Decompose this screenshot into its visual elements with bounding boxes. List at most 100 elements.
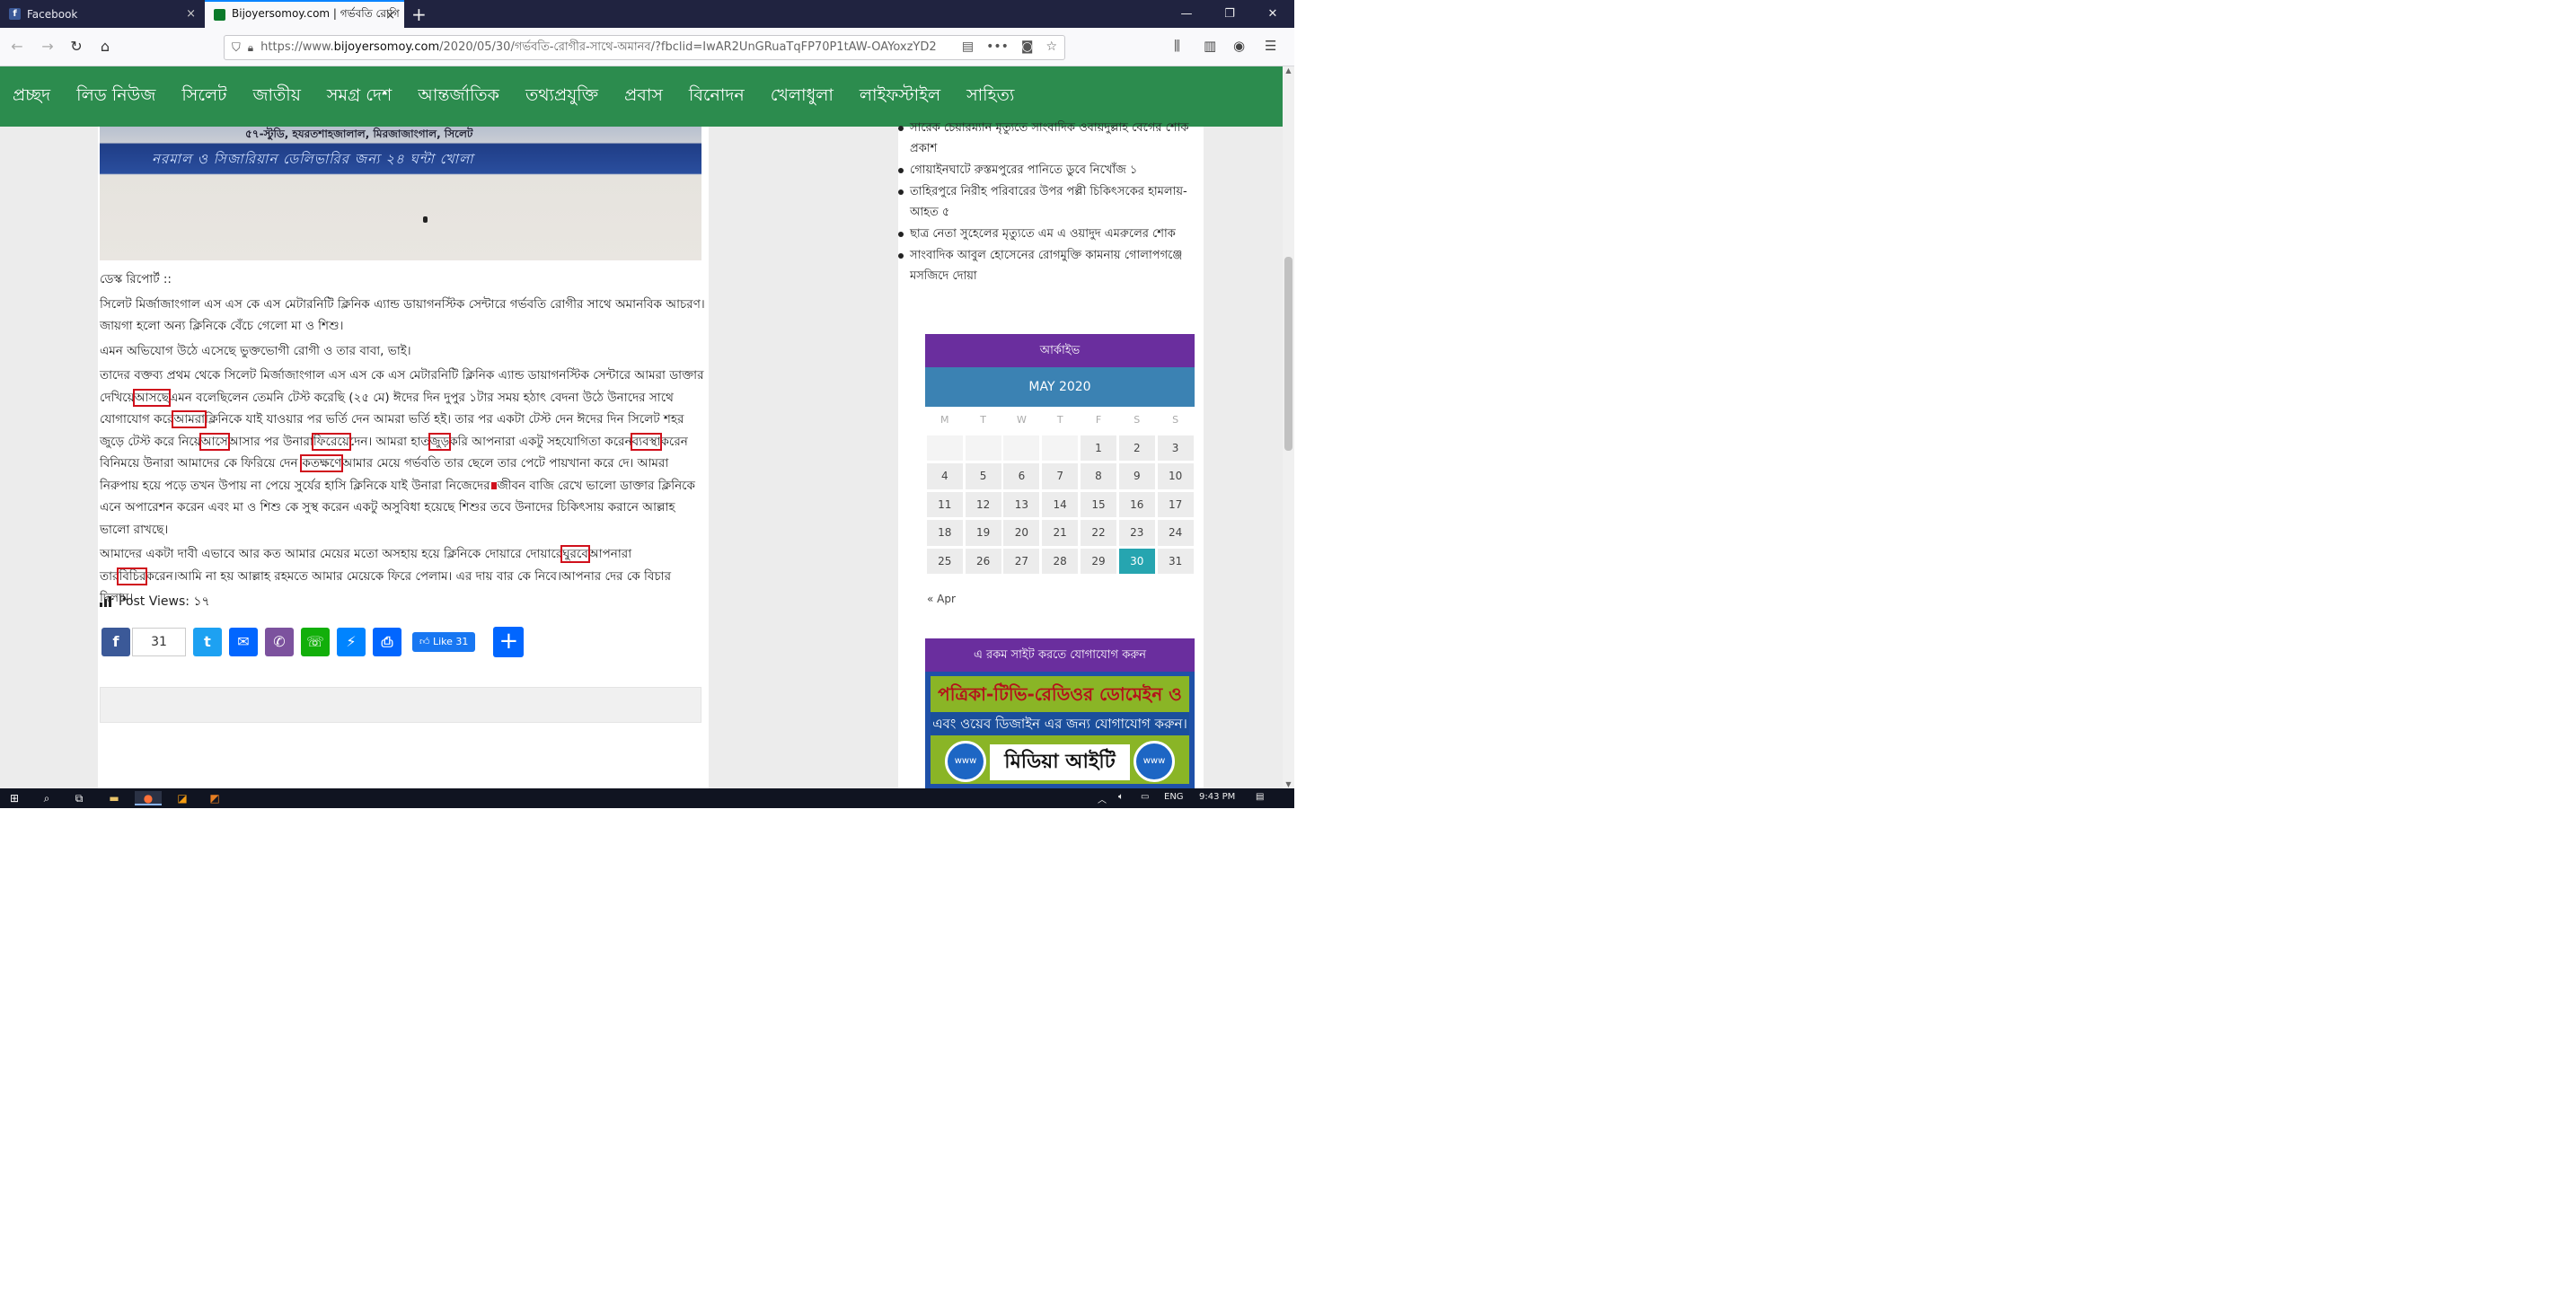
nav-item-international[interactable]: আন্তর্জাতিক — [418, 83, 499, 111]
calendar-day[interactable]: 25 — [926, 548, 963, 574]
news-link[interactable]: গোয়াইনঘাটে রুস্তমপুরের পানিতে ডুবে নিখো… — [898, 160, 1204, 180]
ad-banner[interactable]: পত্রিকা-টিভি-রেডিওর ডোমেইন ও হোস্টিং এবং… — [925, 672, 1195, 788]
back-arrow-icon[interactable]: ← — [7, 37, 27, 57]
library-icon[interactable]: ⫼ — [1174, 38, 1180, 54]
calendar-day[interactable]: 6 — [1003, 463, 1040, 489]
address-bar[interactable]: ⛉ 🔒︎ https://www.bijoyersomoy.com/2020/0… — [224, 35, 1065, 60]
calendar-day[interactable]: 5 — [965, 463, 1001, 489]
clock[interactable]: 9:43 PM — [1199, 792, 1235, 802]
nav-item-probash[interactable]: প্রবাস — [624, 83, 663, 111]
calendar-day[interactable]: 10 — [1157, 463, 1194, 489]
calendar-day[interactable]: 28 — [1042, 548, 1079, 574]
nav-item-lead-news[interactable]: লিড নিউজ — [76, 83, 155, 111]
home-icon[interactable]: ⌂ — [95, 37, 115, 57]
forward-arrow-icon[interactable]: → — [38, 37, 57, 57]
news-link[interactable]: ছাত্র নেতা সুহেলের মৃত্যুতে এম এ ওয়াদুদ… — [898, 224, 1204, 244]
calendar-day[interactable]: 16 — [1118, 491, 1155, 517]
tab-bijoyersomoy[interactable]: Bijoyersomoy.com | গর্ভবতি রোগি × — [205, 0, 404, 28]
nav-item-home[interactable]: প্রচ্ছদ — [13, 83, 50, 111]
close-icon[interactable]: × — [385, 9, 395, 22]
new-tab-button[interactable]: + — [411, 4, 427, 25]
network-icon[interactable]: ▭ — [1141, 792, 1149, 802]
scroll-up-arrow-icon[interactable]: ▲ — [1283, 66, 1294, 75]
calendar-day[interactable]: 14 — [1042, 491, 1079, 517]
messenger-share-icon[interactable]: ⚡ — [337, 628, 366, 656]
nav-item-sports[interactable]: খেলাধুলা — [771, 83, 834, 111]
calendar-day[interactable]: 13 — [1003, 491, 1040, 517]
bookmark-star-icon[interactable]: ☆ — [1045, 40, 1057, 54]
task-view-icon[interactable]: ⧉ — [72, 791, 86, 805]
calendar-day[interactable]: 11 — [926, 491, 963, 517]
tracking-shield-icon[interactable]: ⛉ — [232, 41, 241, 55]
file-explorer-icon[interactable]: ▬ — [106, 791, 122, 805]
calendar-day[interactable]: 22 — [1080, 520, 1116, 546]
calendar-day[interactable]: 15 — [1080, 491, 1116, 517]
app-icon[interactable]: ◪ — [174, 791, 190, 805]
calendar-day[interactable]: 29 — [1080, 548, 1116, 574]
calendar-day[interactable]: 24 — [1157, 520, 1194, 546]
viber-share-icon[interactable]: ✆ — [265, 628, 294, 656]
windows-start-icon[interactable]: ⊞ — [7, 791, 22, 805]
scrollbar-thumb[interactable] — [1284, 257, 1292, 451]
calendar-day[interactable]: 3 — [1157, 435, 1194, 461]
calendar-day-today[interactable]: 30 — [1118, 548, 1155, 574]
window-close-button[interactable]: ✕ — [1251, 0, 1294, 28]
nav-item-country[interactable]: সমগ্র দেশ — [327, 83, 392, 111]
calendar-day[interactable]: 21 — [1042, 520, 1079, 546]
calendar-day[interactable]: 18 — [926, 520, 963, 546]
maximize-button[interactable]: ❐ — [1208, 0, 1251, 28]
calendar-day[interactable]: 12 — [965, 491, 1001, 517]
volume-icon[interactable]: 🔈︎ — [1118, 792, 1124, 802]
sidebar-icon[interactable]: ▥ — [1204, 38, 1216, 54]
whatsapp-share-icon[interactable]: ☏ — [301, 628, 330, 656]
account-icon[interactable]: ◉ — [1233, 38, 1245, 54]
nav-item-entertainment[interactable]: বিনোদন — [689, 83, 745, 111]
scroll-down-arrow-icon[interactable]: ▼ — [1283, 780, 1294, 788]
calendar-day[interactable]: 17 — [1157, 491, 1194, 517]
calendar-day[interactable]: 26 — [965, 548, 1001, 574]
tray-chevron-icon[interactable]: ︿ — [1098, 792, 1107, 805]
twitter-share-icon[interactable]: t — [193, 628, 222, 656]
email-share-icon[interactable]: ✉ — [229, 628, 258, 656]
calendar-day[interactable]: 7 — [1042, 463, 1079, 489]
nav-item-technology[interactable]: তথ্যপ্রযুক্তি — [525, 83, 598, 111]
nav-item-literature[interactable]: সাহিত্য — [966, 83, 1014, 111]
calendar-day[interactable]: 23 — [1118, 520, 1155, 546]
calendar-day[interactable]: 9 — [1118, 463, 1155, 489]
reload-icon[interactable]: ↻ — [66, 37, 86, 57]
close-icon[interactable]: × — [186, 7, 196, 21]
reader-view-icon[interactable]: ▤ — [962, 40, 974, 54]
nav-item-sylhet[interactable]: সিলেট — [181, 83, 226, 111]
calendar-day[interactable]: 20 — [1003, 520, 1040, 546]
nav-item-lifestyle[interactable]: লাইফস্টাইল — [860, 83, 940, 111]
lock-icon[interactable]: 🔒︎ — [248, 41, 253, 55]
comment-area[interactable] — [100, 687, 701, 723]
calendar-day[interactable]: 2 — [1118, 435, 1155, 461]
calendar-day[interactable]: 4 — [926, 463, 963, 489]
more-share-button[interactable]: + — [493, 627, 525, 657]
calendar-prev-link[interactable]: « Apr — [927, 593, 956, 605]
firefox-icon[interactable]: ● — [135, 791, 162, 805]
tab-facebook[interactable]: f Facebook × — [0, 0, 205, 28]
calendar-day[interactable]: 27 — [1003, 548, 1040, 574]
app-icon[interactable]: ◩ — [207, 791, 223, 805]
calendar-day[interactable]: 31 — [1157, 548, 1194, 574]
notification-icon[interactable]: ▤ — [1256, 792, 1264, 802]
page-actions-icon[interactable]: ••• — [986, 40, 1009, 54]
nav-item-national[interactable]: জাতীয় — [253, 83, 301, 111]
news-link[interactable]: সাংবাদিক আবুল হোসেনের রোগমুক্তি কামনায় … — [898, 245, 1204, 286]
pocket-icon[interactable]: ◙ — [1021, 40, 1034, 54]
url-text[interactable]: https://www.bijoyersomoy.com/2020/05/30/… — [260, 39, 952, 57]
news-link[interactable]: সারেক চেয়ারম্যান মৃত্যুতে সাংবাদিক ওবায… — [898, 118, 1204, 159]
calendar-day[interactable]: 8 — [1080, 463, 1116, 489]
news-link[interactable]: তাহিরপুরে নিরীহ পরিবারের উপর পল্লী চিকিৎ… — [898, 181, 1204, 223]
minimize-button[interactable]: — — [1165, 0, 1208, 28]
facebook-share-icon[interactable]: f — [101, 628, 130, 656]
hamburger-menu-icon[interactable]: ☰ — [1265, 38, 1276, 54]
calendar-day[interactable]: 1 — [1080, 435, 1116, 461]
vertical-scrollbar[interactable]: ▲ ▼ — [1283, 66, 1294, 788]
language-indicator[interactable]: ENG — [1164, 792, 1184, 802]
print-share-icon[interactable]: ⎙ — [373, 628, 401, 656]
search-icon[interactable]: ⌕ — [40, 791, 54, 805]
facebook-like-button[interactable]: 👍︎ Like 31 — [412, 632, 476, 652]
